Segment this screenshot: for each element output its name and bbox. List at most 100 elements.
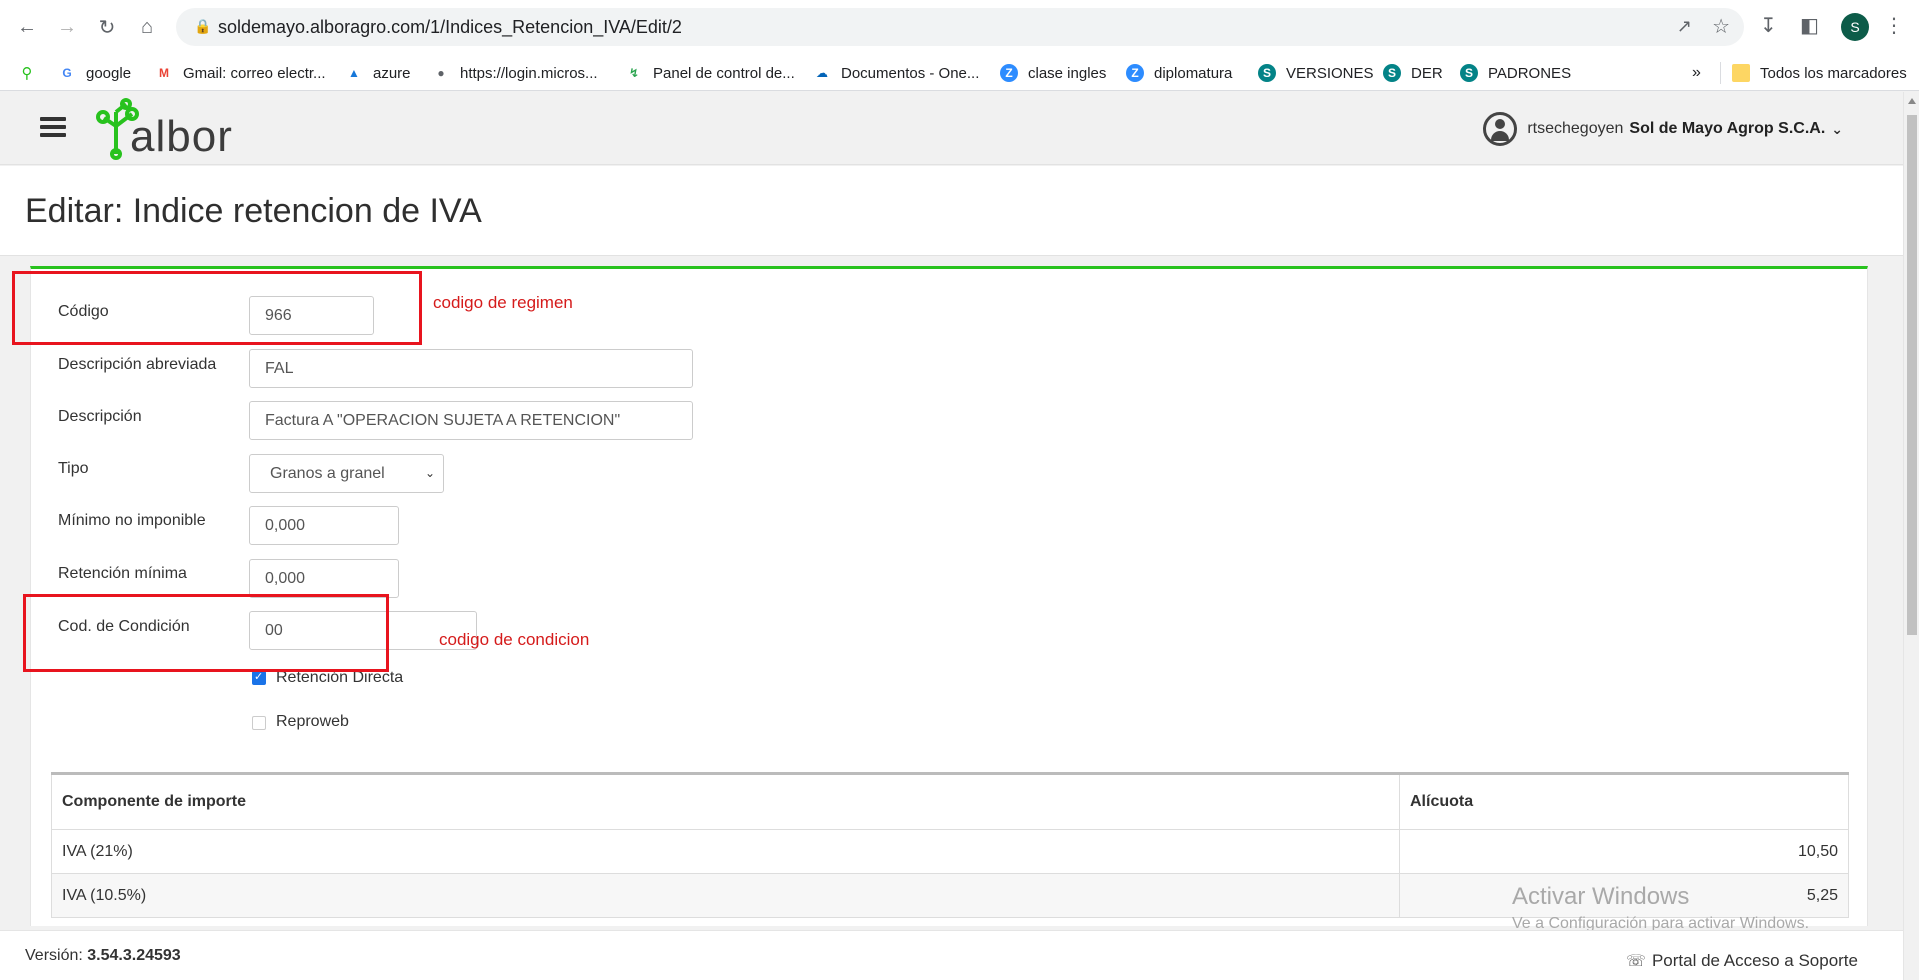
- reproweb-label: Reproweb: [276, 713, 349, 730]
- column-header: Alícuota: [1399, 773, 1849, 830]
- support-link[interactable]: ☏ Portal de Acceso a Soporte: [1626, 951, 1858, 971]
- albor-icon: ⚲: [21, 65, 33, 82]
- bookmark-label: google: [86, 64, 132, 82]
- download-icon[interactable]: ↧: [1760, 13, 1777, 38]
- windows-watermark: Activar Windows Ve a Configuración para …: [1512, 883, 1809, 933]
- bookmark-label: Gmail: correo electr...: [183, 64, 326, 82]
- bookmark-panel[interactable]: ↯ Panel de control de...: [625, 62, 795, 84]
- bookmark-diplomatura[interactable]: Zdiplomatura: [1126, 62, 1232, 84]
- albor-bookmark[interactable]: ⚲: [18, 62, 46, 84]
- version-number: 3.54.3.24593: [87, 947, 181, 964]
- bookmark-padrones[interactable]: S PADRONES: [1460, 62, 1571, 84]
- column-header: Componente de importe: [51, 773, 1400, 830]
- footer: Versión: 3.54.3.24593 ☏ Portal de Acceso…: [0, 930, 1903, 980]
- minimo-label: Mínimo no imponible: [58, 512, 206, 529]
- panel-icon: ↯: [628, 66, 640, 80]
- retencion-directa-checkbox[interactable]: [252, 670, 266, 685]
- bookmarks-divider: [1720, 62, 1721, 84]
- bookmark-azure[interactable]: ▲ azure: [345, 62, 411, 84]
- gmail-icon: M: [159, 66, 169, 80]
- zoom-icon: Z: [1000, 64, 1018, 82]
- menu-dots-icon[interactable]: ⋮: [1884, 13, 1904, 38]
- zoom-icon: Z: [1126, 64, 1144, 82]
- bookmark-label: https://login.micros...: [460, 64, 598, 82]
- version-label: Versión:: [25, 947, 83, 964]
- profile-avatar[interactable]: S: [1841, 13, 1869, 41]
- user-menu[interactable]: rtsechegoyen Sol de Mayo Agrop S.C.A. ⌄: [1483, 112, 1843, 146]
- bookmark-label: Panel de control de...: [653, 64, 795, 82]
- headset-icon: ☏: [1625, 953, 1646, 970]
- descripcion-label: Descripción: [58, 408, 142, 425]
- bookmark-label: PADRONES: [1488, 64, 1572, 82]
- bookmark-clase-ingles[interactable]: Zclase ingles: [1000, 62, 1106, 84]
- bookmark-google[interactable]: Ggoogle: [58, 62, 131, 84]
- lock-icon[interactable]: 🔒: [194, 18, 211, 35]
- table-cell: IVA (10.5%): [51, 873, 1400, 918]
- table-header-row: Componente de importe Alícuota: [51, 773, 1849, 830]
- bookmark-login[interactable]: ● https://login.micros...: [432, 62, 598, 84]
- page-title: Editar: Indice retencion de IVA: [25, 192, 482, 230]
- table-cell: IVA (21%): [51, 829, 1400, 874]
- scroll-up-icon[interactable]: [1908, 98, 1916, 104]
- onedrive-icon: ☁: [816, 66, 828, 80]
- scroll-thumb[interactable]: [1907, 115, 1917, 635]
- bookmark-label: Documentos - One...: [841, 64, 980, 82]
- home-icon[interactable]: ⌂: [132, 12, 162, 42]
- sharepoint-icon: S: [1460, 64, 1478, 82]
- globe-icon: ●: [437, 66, 445, 80]
- browser-toolbar: ← → ↻ ⌂ 🔒 soldemayo.alboragro.com/1/Indi…: [0, 0, 1919, 53]
- version-info: Versión: 3.54.3.24593: [25, 947, 181, 965]
- annotation-box-condicion: [23, 594, 389, 672]
- back-icon[interactable]: ←: [12, 12, 42, 42]
- table-cell: 10,50: [1399, 829, 1849, 874]
- bookmark-label: diplomatura: [1154, 64, 1233, 82]
- side-panel-icon[interactable]: ◧: [1800, 13, 1819, 38]
- sharepoint-icon: S: [1383, 64, 1401, 82]
- bookmark-onedrive[interactable]: ☁ Documentos - One...: [813, 62, 979, 84]
- retencion-minima-input[interactable]: 0,000: [249, 559, 399, 598]
- retencion-minima-label: Retención mínima: [58, 565, 187, 582]
- chevron-down-icon: ⌄: [1831, 120, 1843, 137]
- address-bar[interactable]: 🔒 soldemayo.alboragro.com/1/Indices_Rete…: [176, 8, 1744, 46]
- hamburger-menu-icon[interactable]: [40, 117, 66, 137]
- annotation-box-regimen: [12, 271, 422, 345]
- sharepoint-icon: S: [1258, 64, 1276, 82]
- bookmark-label: VERSIONES: [1286, 64, 1374, 82]
- google-icon: G: [62, 66, 72, 80]
- reproweb-checkbox[interactable]: [252, 716, 266, 730]
- all-bookmarks[interactable]: Todos los marcadores: [1732, 62, 1907, 84]
- bookmarks-overflow[interactable]: »: [1692, 62, 1701, 84]
- table-row[interactable]: IVA (21%) 10,50: [51, 829, 1849, 874]
- forward-icon[interactable]: →: [52, 12, 82, 42]
- bookmark-star-icon[interactable]: ☆: [1712, 14, 1730, 39]
- bookmark-gmail[interactable]: M Gmail: correo electr...: [155, 62, 326, 84]
- user-avatar-icon: [1483, 112, 1518, 146]
- app-header: albor rtsechegoyen Sol de Mayo Agrop S.C…: [0, 92, 1903, 165]
- bookmark-der[interactable]: S DER: [1383, 62, 1443, 84]
- bookmark-versiones[interactable]: S VERSIONES: [1258, 62, 1374, 84]
- reload-icon[interactable]: ↻: [92, 12, 122, 42]
- desc-abrev-label: Descripción abreviada: [58, 356, 217, 373]
- bookmark-label: clase ingles: [1028, 64, 1107, 82]
- all-bookmarks-label: Todos los marcadores: [1760, 64, 1907, 82]
- bookmark-label: azure: [373, 64, 411, 82]
- bookmark-label: DER: [1411, 64, 1443, 82]
- descripcion-input[interactable]: Factura A "OPERACION SUJETA A RETENCION": [249, 401, 693, 440]
- title-bar: Editar: Indice retencion de IVA: [0, 166, 1903, 256]
- bookmarks-bar: ⚲ Ggoogle M Gmail: correo electr... ▲ azur…: [0, 53, 1919, 91]
- tipo-select[interactable]: Granos a granel ⌄: [249, 454, 444, 493]
- azure-icon: ▲: [348, 66, 360, 80]
- username: rtsechegoyen: [1527, 120, 1624, 137]
- watermark-title: Activar Windows: [1512, 883, 1690, 910]
- tipo-select-value: Granos a granel: [270, 464, 385, 482]
- support-label: Portal de Acceso a Soporte: [1651, 951, 1858, 970]
- minimo-input[interactable]: 0,000: [249, 506, 399, 545]
- page-scrollbar[interactable]: [1903, 92, 1919, 980]
- folder-icon: [1732, 64, 1750, 82]
- share-icon[interactable]: ↗: [1677, 16, 1692, 37]
- chevron-down-icon: ⌄: [424, 466, 435, 480]
- logo-text: albor: [130, 112, 233, 161]
- url-text[interactable]: soldemayo.alboragro.com/1/Indices_Retenc…: [218, 17, 682, 38]
- tipo-label: Tipo: [58, 460, 89, 477]
- desc-abrev-input[interactable]: FAL: [249, 349, 693, 388]
